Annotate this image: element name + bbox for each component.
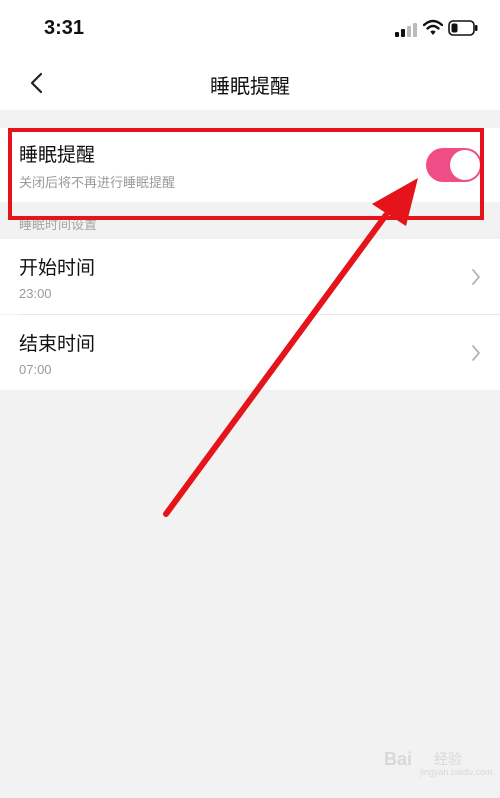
start-time-label: 开始时间 [19, 257, 96, 279]
status-bar: 3:31 [0, 0, 500, 56]
end-time-label: 结束时间 [19, 333, 96, 355]
end-time-row[interactable]: 结束时间 07:00 [0, 315, 500, 390]
watermark-brand: Bai [384, 749, 413, 769]
watermark-product: 经验 [434, 752, 462, 768]
chevron-right-icon [472, 345, 480, 361]
annotation-highlight-box [8, 128, 484, 220]
start-time-value: 23:00 [19, 286, 52, 301]
status-time: 3:31 [44, 17, 85, 39]
wifi-icon [423, 19, 443, 35]
chevron-right-icon [472, 269, 480, 285]
baidu-jingyan-watermark: Bai 经验 jingyan.baidu.com [380, 745, 493, 779]
nav-bar: 睡眠提醒 [0, 56, 500, 110]
page-title: 睡眠提醒 [210, 74, 290, 98]
signal-icon [395, 23, 417, 37]
end-time-value: 07:00 [19, 362, 52, 377]
spacer [0, 110, 500, 128]
battery-icon [448, 20, 478, 36]
watermark-url: jingyan.baidu.com [420, 767, 493, 777]
start-time-row[interactable]: 开始时间 23:00 [0, 239, 500, 314]
